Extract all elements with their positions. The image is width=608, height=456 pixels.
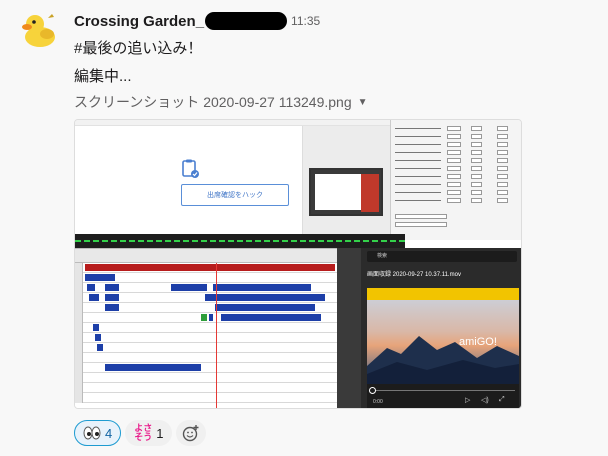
playhead bbox=[216, 263, 217, 408]
properties-panel bbox=[390, 120, 521, 240]
preview-thumbnail bbox=[309, 168, 383, 216]
player-sidebar bbox=[337, 248, 361, 408]
hack-attendance-button: 出席確認をハック bbox=[181, 184, 289, 206]
attachment-filename: スクリーンショット 2020-09-27 113249.png bbox=[74, 94, 352, 110]
play-icon: ▷ bbox=[465, 397, 471, 404]
player-title: 画面収録 2020-09-27 10.37.11.mov bbox=[367, 272, 461, 278]
preview-page: 出席確認をハック bbox=[75, 126, 303, 234]
sender-name[interactable]: Crossing Garden_ bbox=[74, 13, 204, 30]
add-reaction-button[interactable] bbox=[176, 420, 207, 446]
reactions-bar: 4 よさそう 1 bbox=[74, 419, 207, 447]
reaction-yosasou[interactable]: よさそう 1 bbox=[125, 420, 173, 446]
redaction-bar bbox=[205, 12, 288, 30]
avatar[interactable] bbox=[18, 10, 58, 50]
player-controls: 0:00 ▷ ◁) ⤢ bbox=[367, 384, 519, 408]
volume-icon: ◁) bbox=[481, 397, 489, 404]
player-search: 検索 bbox=[367, 251, 517, 262]
message-header: Crossing Garden_ 11:35 bbox=[74, 11, 320, 31]
reaction-count: 1 bbox=[156, 425, 164, 441]
reaction-count: 4 bbox=[105, 425, 113, 441]
reaction-eyes[interactable]: 4 bbox=[74, 420, 122, 446]
mountain-sunset-image: amiGO! bbox=[367, 288, 519, 384]
fullscreen-icon: ⤢ bbox=[499, 396, 505, 403]
editor-preview: 出席確認をハック bbox=[75, 126, 390, 234]
duck-avatar-icon bbox=[18, 10, 58, 50]
seek-handle bbox=[369, 387, 376, 394]
eyes-emoji bbox=[83, 426, 101, 440]
clipboard-check-icon bbox=[182, 159, 199, 178]
message: Crossing Garden_ 11:35 #最後の追い込み！ 編集中... … bbox=[0, 0, 608, 456]
add-reaction-icon bbox=[183, 425, 199, 442]
timestamp[interactable]: 11:35 bbox=[291, 14, 320, 28]
player-time: 0:00 bbox=[373, 399, 383, 405]
media-player: 検索 画面収録 2020-09-27 10.37.11.mov amiGO! 0… bbox=[337, 248, 521, 408]
audio-waveform bbox=[75, 234, 405, 248]
attachment-image[interactable]: 出席確認をハック 検索 画面収録 2020-09-27 10.37.11.mov… bbox=[74, 119, 522, 409]
player-frame: amiGO! bbox=[367, 288, 519, 384]
watermark-text: amiGO! bbox=[459, 336, 497, 348]
caret-down-icon[interactable]: ▼ bbox=[358, 97, 368, 108]
attachment-title[interactable]: スクリーンショット 2020-09-27 113249.png ▼ bbox=[74, 92, 368, 112]
message-line-1: #最後の追い込み！ bbox=[74, 40, 203, 57]
message-line-2: 編集中... bbox=[74, 68, 132, 85]
yosasou-emoji: よさそう bbox=[134, 423, 153, 442]
